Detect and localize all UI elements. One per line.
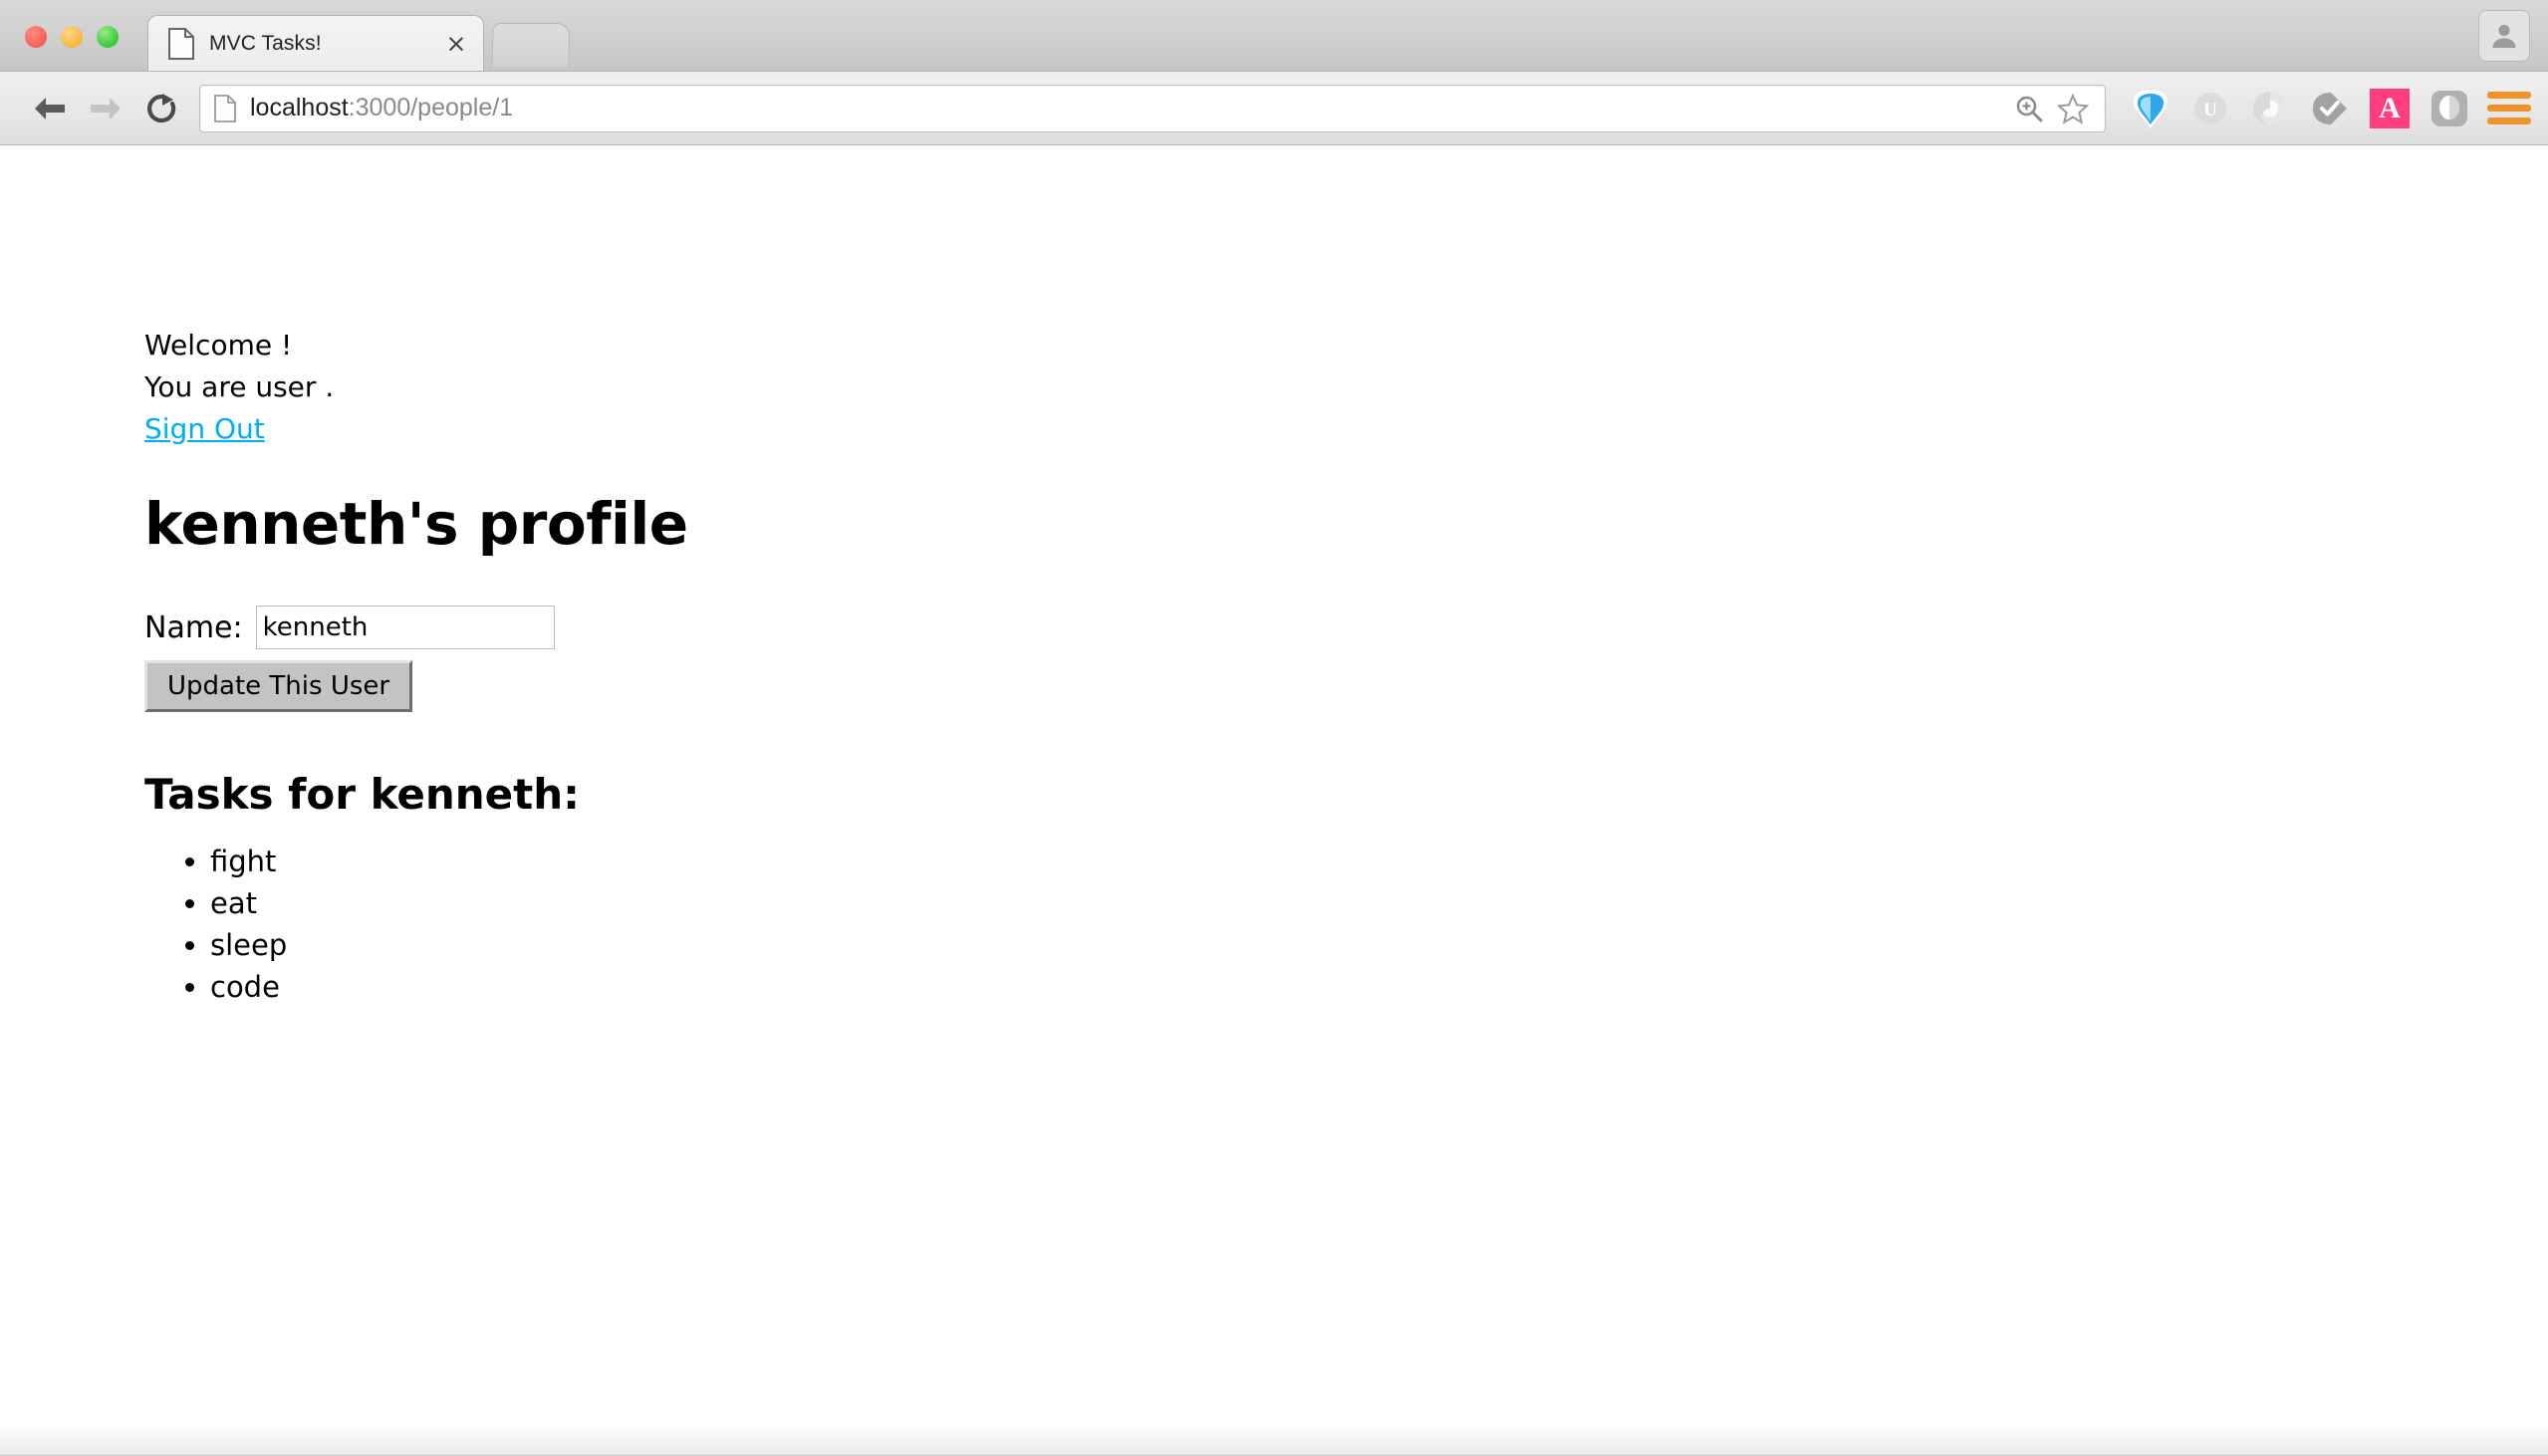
close-window-button[interactable] [25, 26, 47, 48]
window-controls [25, 26, 119, 48]
sign-out-link[interactable]: Sign Out [144, 408, 265, 450]
page-viewport: Welcome ! You are user . Sign Out kennet… [0, 145, 2548, 1456]
url-host: localhost [250, 94, 349, 121]
reload-button[interactable] [133, 81, 189, 136]
new-tab-button[interactable] [491, 23, 571, 67]
checkmark-shield-icon[interactable] [2305, 84, 2355, 133]
page-icon [214, 94, 236, 122]
gem-icon[interactable] [2126, 84, 2175, 133]
address-bar[interactable]: localhost:3000/people/1 [199, 84, 2106, 132]
browser-window: MVC Tasks! × localhost:3000/people/1 U A… [0, 0, 2548, 1456]
evernote-u-icon[interactable]: U [2185, 84, 2235, 133]
hamburger-lines [2487, 89, 2531, 128]
maximize-window-button[interactable] [97, 26, 119, 48]
url-path: :3000/people/1 [348, 94, 514, 121]
list-item: sleep [210, 924, 2548, 966]
list-item: code [210, 966, 2548, 1008]
ring-icon[interactable] [2245, 84, 2295, 133]
close-icon[interactable]: × [441, 29, 471, 59]
update-this-user-button[interactable]: Update This User [144, 660, 413, 712]
avatar[interactable] [2478, 10, 2530, 62]
tasks-heading: Tasks for kenneth: [144, 770, 580, 819]
browser-toolbar: localhost:3000/people/1 U A [0, 72, 2548, 145]
forward-button[interactable] [78, 81, 133, 136]
bookmark-star-icon[interactable] [2051, 87, 2095, 130]
page-content: Welcome ! You are user . Sign Out kennet… [0, 145, 2548, 1008]
tab-strip: MVC Tasks! × [0, 0, 2548, 72]
list-item: fight [210, 841, 2548, 882]
letter-a-icon[interactable]: A [2365, 84, 2415, 133]
extension-toolbar: U A [2120, 84, 2534, 133]
url-text: localhost:3000/people/1 [250, 94, 2007, 122]
tab-title: MVC Tasks! [209, 31, 322, 55]
oval-app-icon[interactable] [2424, 84, 2474, 133]
list-item: eat [210, 882, 2548, 924]
update-user-form: Name: [144, 606, 2548, 649]
back-button[interactable] [22, 81, 78, 136]
minimize-window-button[interactable] [61, 26, 83, 48]
svg-text:U: U [2203, 100, 2217, 121]
page-title: kenneth's profile [144, 490, 688, 558]
hamburger-menu-icon[interactable] [2484, 84, 2534, 133]
window-bottom-edge [0, 1422, 2548, 1456]
letter-a-glyph: A [2370, 88, 2410, 128]
browser-tab-mvc-tasks[interactable]: MVC Tasks! × [147, 15, 484, 71]
page-icon [168, 27, 194, 60]
user-text: You are user . [144, 370, 335, 403]
zoom-in-icon[interactable] [2007, 87, 2051, 130]
name-input[interactable] [255, 606, 555, 649]
name-label: Name: [144, 609, 243, 645]
task-list: fight eat sleep code [144, 841, 2548, 1008]
welcome-text: Welcome ! [144, 329, 293, 362]
